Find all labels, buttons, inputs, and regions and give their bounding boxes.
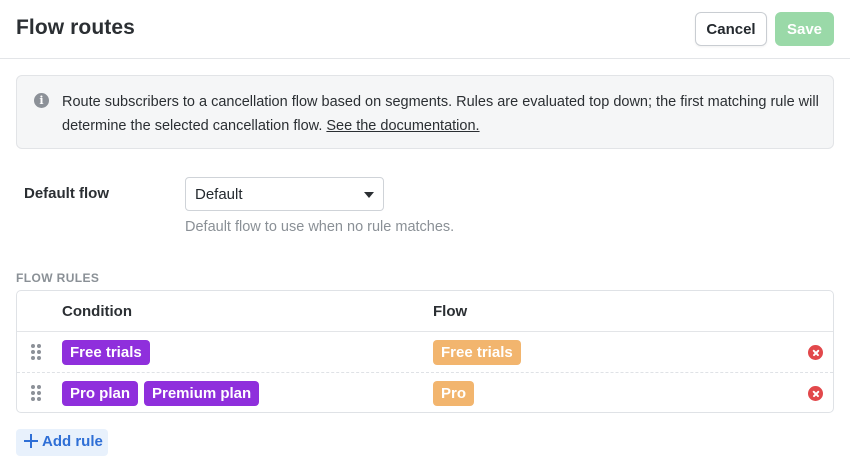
default-flow-label: Default flow: [24, 185, 109, 202]
condition-tag: Premium plan: [144, 381, 260, 406]
add-rule-button[interactable]: Add rule: [16, 429, 108, 456]
default-flow-helper: Default flow to use when no rule matches…: [185, 219, 455, 235]
caret-down-icon: [364, 192, 374, 198]
page-title: Flow routes: [16, 16, 135, 39]
default-flow-value: Default: [195, 186, 243, 203]
page-header: Flow routes Cancel Save: [0, 0, 850, 59]
documentation-link[interactable]: See the documentation.: [326, 118, 479, 134]
condition-tag: Pro plan: [62, 381, 139, 406]
condition-tag: Free trials: [62, 340, 150, 365]
plus-icon: [24, 434, 38, 448]
flow-column-header: Flow: [433, 303, 468, 320]
table-row: Pro plan Premium plan Pro: [17, 373, 833, 412]
remove-rule-icon[interactable]: [808, 386, 823, 401]
condition-column-header: Condition: [62, 303, 132, 320]
flow-tag: Pro: [433, 381, 475, 406]
add-rule-label: Add rule: [42, 433, 103, 450]
info-text: Route subscribers to a cancellation flow…: [62, 90, 822, 138]
cancel-button[interactable]: Cancel: [695, 12, 767, 46]
flow-rules-table: Condition Flow Free trials Free trials P…: [16, 290, 834, 413]
flow-tag: Free trials: [433, 340, 521, 365]
flow-rules-heading: FLOW RULES: [16, 271, 100, 285]
default-flow-select[interactable]: Default: [185, 177, 384, 211]
info-banner: i Route subscribers to a cancellation fl…: [16, 75, 834, 149]
remove-rule-icon[interactable]: [808, 345, 823, 360]
table-row: Free trials Free trials: [17, 332, 833, 372]
save-button[interactable]: Save: [775, 12, 834, 46]
drag-handle-icon[interactable]: [31, 385, 41, 401]
info-icon: i: [34, 93, 49, 108]
drag-handle-icon[interactable]: [31, 344, 41, 360]
